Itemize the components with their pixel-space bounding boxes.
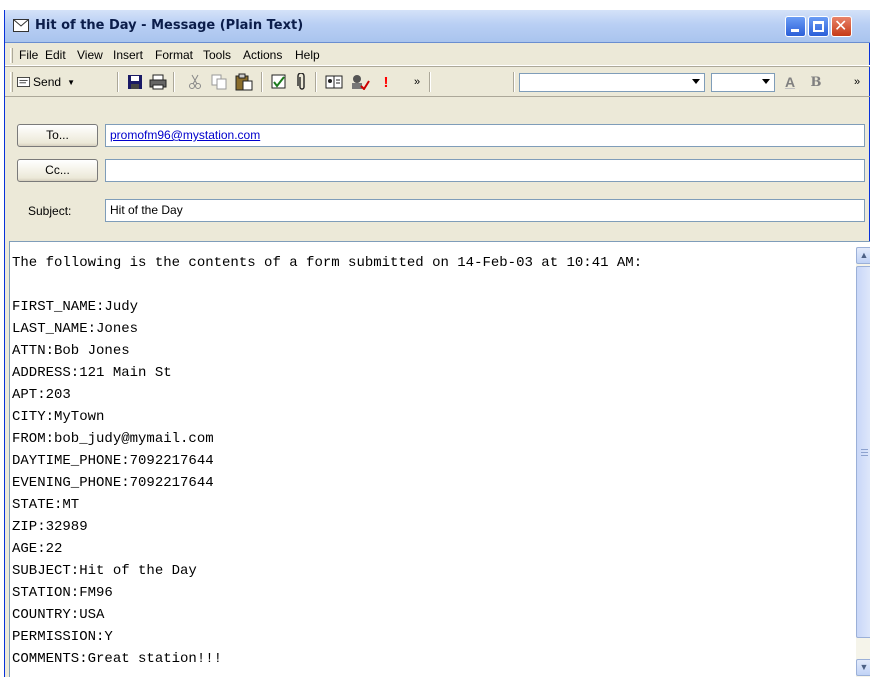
send-icon <box>17 77 31 87</box>
body-line: FIRST_NAME:Judy <box>12 299 139 315</box>
body-line: AGE:22 <box>12 541 63 557</box>
subject-field[interactable]: Hit of the Day <box>105 199 865 222</box>
importance-high-button[interactable]: ! <box>378 72 394 92</box>
menu-tools[interactable]: Tools <box>203 48 231 62</box>
bold-icon: B <box>810 74 822 90</box>
paperclip-icon <box>297 73 305 90</box>
menu-edit[interactable]: Edit <box>45 48 66 62</box>
cc-button[interactable]: Cc... <box>17 159 98 182</box>
chevron-down-icon[interactable] <box>762 79 770 84</box>
window-title: Hit of the Day - Message (Plain Text) <box>35 18 304 33</box>
menu-actions[interactable]: Actions <box>243 48 282 62</box>
toolbar-separator <box>315 72 317 92</box>
body-line: STATE:MT <box>12 497 80 513</box>
maximize-icon <box>813 21 824 32</box>
scissors-icon <box>189 74 201 89</box>
menu-help[interactable]: Help <box>295 48 320 62</box>
body-line: ATTN:Bob Jones <box>12 343 130 359</box>
toolbar-grip[interactable] <box>10 72 13 92</box>
send-label: Send <box>33 75 62 89</box>
body-line: LAST_NAME:Jones <box>12 321 139 337</box>
paste-button[interactable] <box>233 72 255 92</box>
message-window: Hit of the Day - Message (Plain Text) ✕ … <box>4 10 870 677</box>
scrollbar-thumb[interactable] <box>856 266 870 638</box>
toolbar-separator <box>117 72 119 92</box>
toolbar-separator <box>429 72 431 92</box>
printer-icon <box>149 74 167 90</box>
chevron-double-right-icon: » <box>853 76 861 88</box>
cc-field[interactable] <box>105 159 865 182</box>
body-line: DAYTIME_PHONE:7092217644 <box>12 453 214 469</box>
body-line: CITY:MyTown <box>12 409 105 425</box>
message-body-text: The following is the contents of a form … <box>12 252 642 670</box>
grip-icon <box>861 449 868 456</box>
toolbar-separator <box>173 72 175 92</box>
to-recipient[interactable]: promofm96@mystation.com <box>110 128 260 142</box>
address-book-icon <box>325 75 343 89</box>
check-spelling-button[interactable] <box>348 72 372 92</box>
send-button[interactable]: Send ▼ <box>17 72 75 92</box>
body-line: EVENING_PHONE:7092217644 <box>12 475 214 491</box>
body-line: The following is the contents of a form … <box>12 255 643 271</box>
menu-view[interactable]: View <box>77 48 103 62</box>
check-names-button[interactable] <box>269 72 289 92</box>
font-color-button[interactable]: A <box>779 72 801 92</box>
subject-label: Subject: <box>28 204 72 218</box>
body-line: COUNTRY:USA <box>12 607 105 623</box>
font-color-icon: A <box>784 74 796 90</box>
copy-button[interactable] <box>209 72 229 92</box>
toolbar-separator <box>513 72 515 92</box>
body-line: SUBJECT:Hit of the Day <box>12 563 197 579</box>
font-size-combo[interactable] <box>711 73 775 92</box>
toolbar-separator <box>261 72 263 92</box>
scroll-up-button[interactable]: ▲ <box>856 247 870 264</box>
envelope-icon <box>13 19 29 32</box>
title-bar[interactable]: Hit of the Day - Message (Plain Text) ✕ <box>5 10 870 43</box>
menu-format[interactable]: Format <box>155 48 193 62</box>
menu-file[interactable]: File <box>19 48 38 62</box>
print-button[interactable] <box>148 72 168 92</box>
vertical-scrollbar[interactable]: ▲ ▼ <box>856 247 870 677</box>
close-icon: ✕ <box>834 16 848 35</box>
check-names-icon <box>271 74 286 89</box>
address-book-button[interactable] <box>323 72 345 92</box>
save-button[interactable] <box>125 72 145 92</box>
spelling-icon <box>352 75 370 90</box>
message-body[interactable]: The following is the contents of a form … <box>9 241 870 677</box>
cut-button[interactable] <box>185 72 205 92</box>
scroll-down-button[interactable]: ▼ <box>856 659 870 676</box>
chevron-double-right-icon: » <box>413 76 421 88</box>
font-name-combo[interactable] <box>519 73 705 92</box>
maximize-button[interactable] <box>808 16 829 37</box>
body-line: PERMISSION:Y <box>12 629 113 645</box>
body-line: STATION:FM96 <box>12 585 113 601</box>
body-line: ADDRESS:121 Main St <box>12 365 172 381</box>
floppy-disk-icon <box>128 75 142 89</box>
copy-icon <box>211 74 227 90</box>
toolbar-overflow-button[interactable]: » <box>849 72 865 92</box>
attach-file-button[interactable] <box>293 72 311 92</box>
minimize-button[interactable] <box>785 16 806 37</box>
menu-bar: File Edit View Insert Format Tools Actio… <box>5 44 870 66</box>
minimize-icon <box>791 29 799 32</box>
exclamation-icon: ! <box>383 73 389 91</box>
body-line: ZIP:32989 <box>12 519 88 535</box>
menu-insert[interactable]: Insert <box>113 48 143 62</box>
toolbar-overflow-button[interactable]: » <box>409 72 425 92</box>
menu-grip[interactable] <box>10 48 13 63</box>
chevron-down-icon[interactable] <box>692 79 700 84</box>
chevron-down-icon[interactable]: ▼ <box>67 78 75 87</box>
close-button[interactable]: ✕ <box>831 16 852 37</box>
clipboard-icon <box>235 73 253 91</box>
to-button[interactable]: To... <box>17 124 98 147</box>
standard-toolbar: Send ▼ ! » A B » <box>5 67 870 97</box>
body-line: FROM:bob_judy@mymail.com <box>12 431 214 447</box>
bold-button[interactable]: B <box>805 72 827 92</box>
body-line: COMMENTS:Great station!!! <box>12 651 223 667</box>
to-field[interactable]: promofm96@mystation.com <box>105 124 865 147</box>
body-line: APT:203 <box>12 387 71 403</box>
body-line <box>12 274 642 296</box>
